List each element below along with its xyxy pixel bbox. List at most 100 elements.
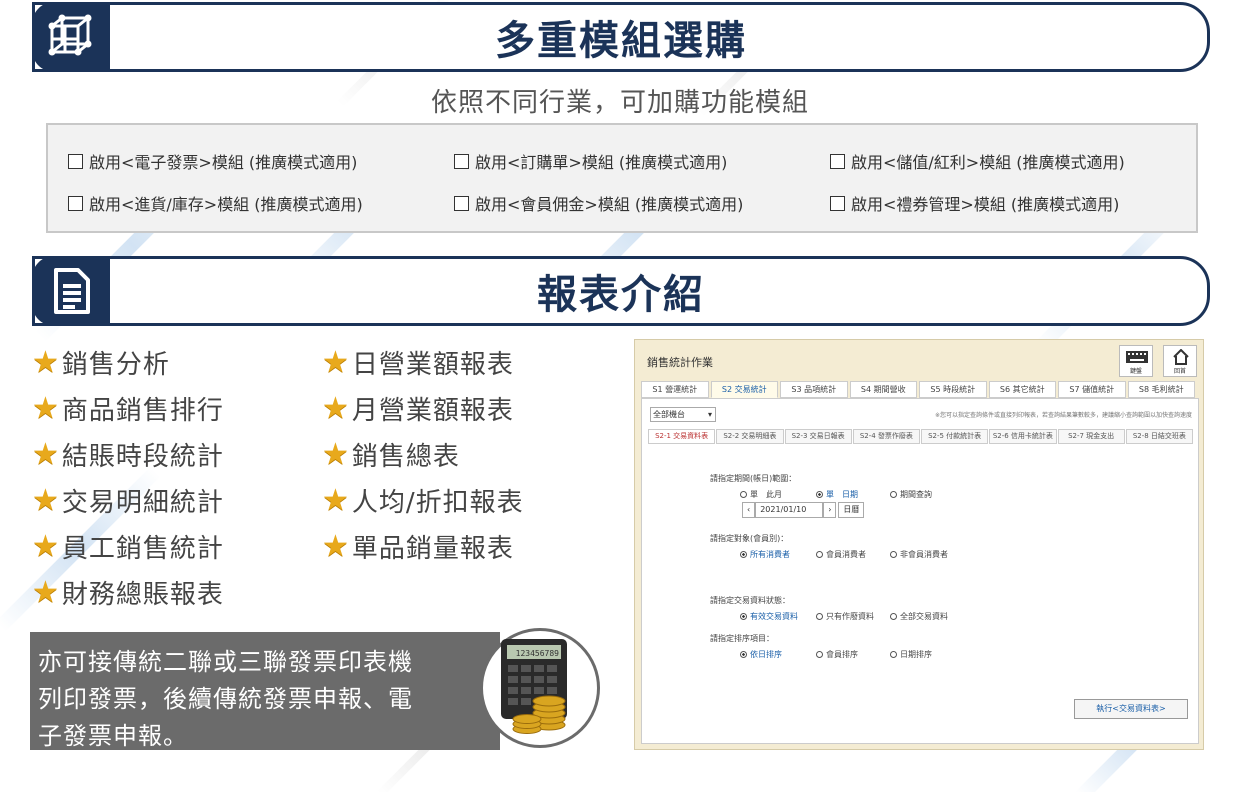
prev-day-button[interactable]: ‹ [742,502,756,518]
status-option[interactable]: 有效交易資料 [740,611,798,622]
module-option-einvoice[interactable]: 啟用<電子發票>模組 (推廣模式適用) [68,149,357,173]
checkbox-icon[interactable] [68,195,83,211]
star-icon: ★ [32,344,60,380]
radio-icon [890,491,897,498]
module-option-gift-voucher[interactable]: 啟用<禮券管理>模組 (推廣模式適用) [830,191,1119,215]
report-item: ★ 結賬時段統計 [32,436,224,473]
member-option[interactable]: 非會員消費者 [890,549,948,560]
radio-icon [740,651,747,658]
sort-option[interactable]: 日期排序 [890,649,932,660]
module-label: 啟用<進貨/庫存>模組 (推廣模式適用) [89,195,363,214]
module-label: 啟用<訂購單>模組 (推廣模式適用) [475,153,728,172]
page-title-modules: 多重模組選購 [495,18,747,64]
option-label: 單 此月 [750,490,782,499]
report-label: 交易明細統計 [61,488,224,518]
note-line: 子發票申報。 [38,722,188,750]
module-option-inventory[interactable]: 啟用<進貨/庫存>模組 (推廣模式適用) [68,191,363,215]
report-label: 財務總賬報表 [61,580,224,610]
status-option[interactable]: 只有作廢資料 [816,611,874,622]
report-item: ★ 人均/折扣報表 [322,482,524,519]
date-picker: ‹ 2021/01/10 › 日曆 [742,502,865,518]
keyboard-icon [1126,351,1148,363]
period-option[interactable]: 單 此月 [740,489,782,500]
next-day-button[interactable]: › [823,502,837,518]
period-option[interactable]: 單 日期 [816,489,858,500]
calculator-badge: 123456789 [480,628,600,748]
subtab-s2-3[interactable]: S2-3 交易日報表 [784,429,852,444]
subtab-s2-5[interactable]: S2-5 付款統計表 [921,429,989,444]
star-icon: ★ [32,436,60,472]
chevron-down-icon: ▾ [707,410,712,419]
radio-icon [816,613,823,620]
checkbox-icon[interactable] [830,195,845,211]
star-icon: ★ [322,390,350,426]
report-item: ★ 銷售分析 [32,344,170,381]
home-button[interactable]: 回首 [1163,345,1197,377]
calculator-display: 123456789 [516,649,560,658]
module-option-stored-value[interactable]: 啟用<儲值/紅利>模組 (推廣模式適用) [830,149,1125,173]
modules-subtitle: 依照不同行業，可加購功能模組 [430,88,809,118]
radio-icon [890,651,897,658]
report-label: 員工銷售統計 [61,534,224,564]
status-option[interactable]: 全部交易資料 [890,611,948,622]
module-label: 啟用<儲值/紅利>模組 (推廣模式適用) [851,153,1125,172]
tab-s6[interactable]: S6 其它統計 [988,381,1056,398]
option-label: 單 日期 [826,490,858,499]
period-option[interactable]: 期間查詢 [890,489,932,500]
execute-report-button[interactable]: 執行<交易資料表> [1074,699,1188,719]
tab-s1[interactable]: S1 營運統計 [641,381,709,398]
tab-s4[interactable]: S4 期間營收 [849,381,917,398]
report-label: 結賬時段統計 [61,442,224,472]
tab-s7[interactable]: S7 儲值統計 [1058,381,1126,398]
radio-icon [740,551,747,558]
query-hint: ※您可以指定查詢條件或直接列印報表，若查詢結果筆數較多，建議縮小查詢範圍以加快查… [934,412,1192,419]
status-label: 請指定交易資料狀態： [710,596,790,605]
checkbox-icon[interactable] [68,153,83,169]
radio-icon [816,651,823,658]
member-option[interactable]: 會員消費者 [816,549,866,560]
module-label: 啟用<電子發票>模組 (推廣模式適用) [89,153,358,172]
report-label: 人均/折扣報表 [351,488,524,518]
star-icon: ★ [32,574,60,610]
sort-option[interactable]: 會員排序 [816,649,858,660]
option-label: 所有消費者 [750,550,790,559]
subtab-s2-8[interactable]: S2-8 日結交班表 [1125,429,1193,444]
module-option-commission[interactable]: 啟用<會員佣金>模組 (推廣模式適用) [454,191,743,215]
tab-s2[interactable]: S2 交易統計 [710,381,778,398]
checkbox-icon[interactable] [454,195,469,211]
report-item: ★ 單品銷量報表 [322,528,514,565]
radio-icon [740,613,747,620]
terminal-select[interactable]: 全部機台 ▾ [650,407,716,422]
tab-s5[interactable]: S5 時段統計 [919,381,987,398]
subtab-s2-2[interactable]: S2-2 交易明細表 [716,429,784,444]
tab-s8[interactable]: S8 毛利統計 [1127,381,1195,398]
report-label: 銷售總表 [351,442,460,472]
home-icon [1173,349,1189,365]
checkbox-icon[interactable] [454,153,469,169]
subtab-s2-1[interactable]: S2-1 交易資料表 [648,429,716,444]
keyboard-button[interactable]: 鍵盤 [1119,345,1153,377]
module-options-panel: 啟用<電子發票>模組 (推廣模式適用) 啟用<訂購單>模組 (推廣模式適用) 啟… [46,123,1198,233]
module-option-orders[interactable]: 啟用<訂購單>模組 (推廣模式適用) [454,149,727,173]
star-icon: ★ [322,344,350,380]
calculator-icon: 123456789 [501,639,567,734]
module-label: 啟用<會員佣金>模組 (推廣模式適用) [475,195,744,214]
option-label: 只有作廢資料 [826,612,874,621]
tab-s3[interactable]: S3 品項統計 [780,381,848,398]
star-icon: ★ [32,390,60,426]
star-icon: ★ [322,436,350,472]
calendar-button[interactable]: 日曆 [838,502,865,518]
header-bar-modules: 多重模組選購 [32,2,1210,72]
option-label: 期間查詢 [900,490,932,499]
sort-option[interactable]: 依日排序 [740,649,782,660]
subtab-s2-7[interactable]: S2-7 現金支出 [1057,429,1125,444]
member-option[interactable]: 所有消費者 [740,549,790,560]
report-label: 日營業額報表 [351,350,514,380]
option-label: 會員消費者 [826,550,866,559]
date-input[interactable]: 2021/01/10 [755,502,824,518]
subtab-s2-4[interactable]: S2-4 發票作廢表 [852,429,920,444]
subtab-s2-6[interactable]: S2-6 信用卡統計表 [989,429,1057,444]
checkbox-icon[interactable] [830,153,845,169]
radio-icon [890,613,897,620]
report-item: ★ 交易明細統計 [32,482,224,519]
